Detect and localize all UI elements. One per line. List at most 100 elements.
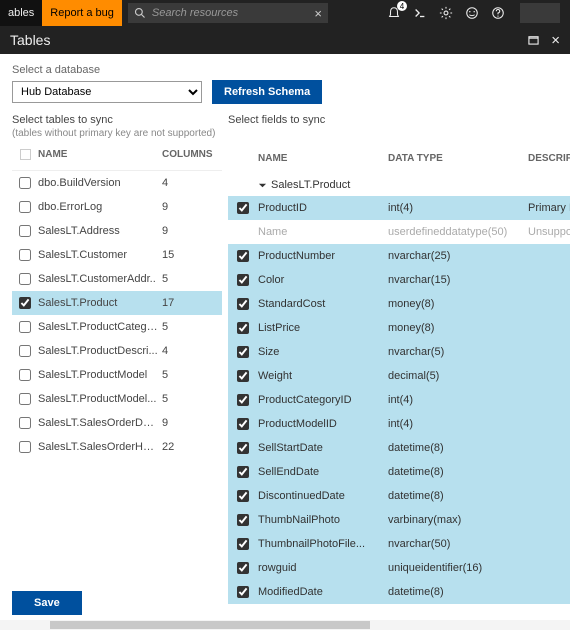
field-row[interactable]: DiscontinuedDatedatetime(8): [228, 484, 570, 508]
field-row[interactable]: StandardCostmoney(8): [228, 292, 570, 316]
table-checkbox[interactable]: [19, 369, 31, 381]
table-name: SalesLT.ProductCatego..: [38, 321, 162, 333]
field-checkbox[interactable]: [237, 538, 249, 550]
table-columns: 5: [162, 273, 222, 285]
scrollbar-thumb[interactable]: [50, 621, 370, 629]
table-name: SalesLT.Address: [38, 225, 162, 237]
search-input[interactable]: Search resources ×: [128, 3, 328, 23]
table-columns: 9: [162, 417, 222, 429]
tab-tables[interactable]: ables: [0, 0, 42, 26]
field-row[interactable]: SellStartDatedatetime(8): [228, 436, 570, 460]
table-row[interactable]: dbo.BuildVersion4: [12, 171, 222, 195]
feedback-icon[interactable]: [464, 5, 480, 21]
refresh-schema-button[interactable]: Refresh Schema: [212, 80, 322, 104]
field-checkbox[interactable]: [237, 562, 249, 574]
field-desc: Unsupported: [528, 226, 570, 238]
database-select[interactable]: Hub Database: [12, 81, 202, 103]
field-checkbox[interactable]: [237, 298, 249, 310]
table-row[interactable]: SalesLT.SalesOrderDet...9: [12, 411, 222, 435]
table-row[interactable]: SalesLT.SalesOrderHea...22: [12, 435, 222, 459]
table-name: SalesLT.CustomerAddr..: [38, 273, 162, 285]
field-row[interactable]: Sizenvarchar(5): [228, 340, 570, 364]
field-row[interactable]: ProductNumbernvarchar(25): [228, 244, 570, 268]
field-name: Color: [258, 274, 388, 286]
field-row[interactable]: ProductModelIDint(4): [228, 412, 570, 436]
settings-icon[interactable]: [438, 5, 454, 21]
table-row[interactable]: SalesLT.CustomerAddr..5: [12, 267, 222, 291]
table-name: SalesLT.Customer: [38, 249, 162, 261]
field-name: SellEndDate: [258, 466, 388, 478]
table-name: dbo.ErrorLog: [38, 201, 162, 213]
table-checkbox[interactable]: [19, 441, 31, 453]
field-row[interactable]: Nameuserdefineddatatype(50)Unsupported: [228, 220, 570, 244]
table-checkbox[interactable]: [19, 345, 31, 357]
field-checkbox[interactable]: [237, 202, 249, 214]
table-row[interactable]: SalesLT.Address9: [12, 219, 222, 243]
field-checkbox[interactable]: [237, 490, 249, 502]
table-row[interactable]: dbo.ErrorLog9: [12, 195, 222, 219]
tables-pane-label: Select tables to sync: [12, 114, 113, 126]
field-checkbox[interactable]: [237, 466, 249, 478]
table-checkbox[interactable]: [19, 249, 31, 261]
table-checkbox[interactable]: [19, 177, 31, 189]
top-icons: 4: [386, 3, 570, 23]
blade-title-row: Tables ×: [0, 26, 570, 54]
clear-search-icon[interactable]: ×: [314, 6, 322, 21]
field-checkbox[interactable]: [237, 322, 249, 334]
table-name: SalesLT.SalesOrderDet...: [38, 417, 162, 429]
tables-header-name: NAME: [38, 149, 162, 160]
help-icon[interactable]: [490, 5, 506, 21]
table-checkbox[interactable]: [19, 201, 31, 213]
field-row[interactable]: ProductCategoryIDint(4): [228, 388, 570, 412]
table-name: SalesLT.ProductDescri...: [38, 345, 162, 357]
field-row[interactable]: ThumbnailPhotoFile...nvarchar(50): [228, 532, 570, 556]
table-checkbox[interactable]: [19, 321, 31, 333]
field-group-header[interactable]: SalesLT.Product: [228, 174, 570, 196]
table-checkbox[interactable]: [19, 297, 31, 309]
field-row[interactable]: ProductIDint(4)Primary Key: [228, 196, 570, 220]
field-type: nvarchar(5): [388, 346, 528, 358]
notifications-icon[interactable]: 4: [386, 5, 402, 21]
table-name: dbo.BuildVersion: [38, 177, 162, 189]
table-checkbox[interactable]: [19, 417, 31, 429]
table-checkbox[interactable]: [19, 273, 31, 285]
select-all-tables-checkbox[interactable]: [20, 149, 31, 160]
field-checkbox[interactable]: [237, 274, 249, 286]
save-button[interactable]: Save: [12, 591, 82, 615]
field-checkbox[interactable]: [237, 514, 249, 526]
table-row[interactable]: SalesLT.Customer15: [12, 243, 222, 267]
field-checkbox[interactable]: [237, 346, 249, 358]
cloud-shell-icon[interactable]: [412, 5, 428, 21]
field-checkbox[interactable]: [237, 394, 249, 406]
field-row[interactable]: rowguiduniqueidentifier(16): [228, 556, 570, 580]
tables-pane-sublabel: (tables without primary key are not supp…: [12, 128, 222, 139]
close-icon[interactable]: ×: [551, 32, 560, 49]
field-row[interactable]: SellEndDatedatetime(8): [228, 460, 570, 484]
table-row[interactable]: SalesLT.Product17: [12, 291, 222, 315]
horizontal-scrollbar[interactable]: [0, 620, 570, 630]
table-row[interactable]: SalesLT.ProductCatego..5: [12, 315, 222, 339]
field-name: ProductID: [258, 202, 388, 214]
restore-icon[interactable]: [528, 32, 539, 48]
table-checkbox[interactable]: [19, 225, 31, 237]
table-columns: 17: [162, 297, 222, 309]
field-checkbox[interactable]: [237, 370, 249, 382]
field-row[interactable]: ThumbNailPhotovarbinary(max): [228, 508, 570, 532]
tab-report-bug[interactable]: Report a bug: [42, 0, 122, 26]
field-checkbox[interactable]: [237, 250, 249, 262]
table-row[interactable]: SalesLT.ProductDescri...4: [12, 339, 222, 363]
field-row[interactable]: ModifiedDatedatetime(8): [228, 580, 570, 604]
field-checkbox[interactable]: [237, 586, 249, 598]
field-checkbox[interactable]: [237, 418, 249, 430]
field-checkbox[interactable]: [237, 442, 249, 454]
table-row[interactable]: SalesLT.ProductModel5: [12, 363, 222, 387]
account-block[interactable]: [520, 3, 560, 23]
field-name: ModifiedDate: [258, 586, 388, 598]
field-row[interactable]: Colornvarchar(15): [228, 268, 570, 292]
field-name: rowguid: [258, 562, 388, 574]
search-icon: [134, 7, 146, 19]
table-row[interactable]: SalesLT.ProductModel...5: [12, 387, 222, 411]
field-row[interactable]: ListPricemoney(8): [228, 316, 570, 340]
field-row[interactable]: Weightdecimal(5): [228, 364, 570, 388]
table-checkbox[interactable]: [19, 393, 31, 405]
